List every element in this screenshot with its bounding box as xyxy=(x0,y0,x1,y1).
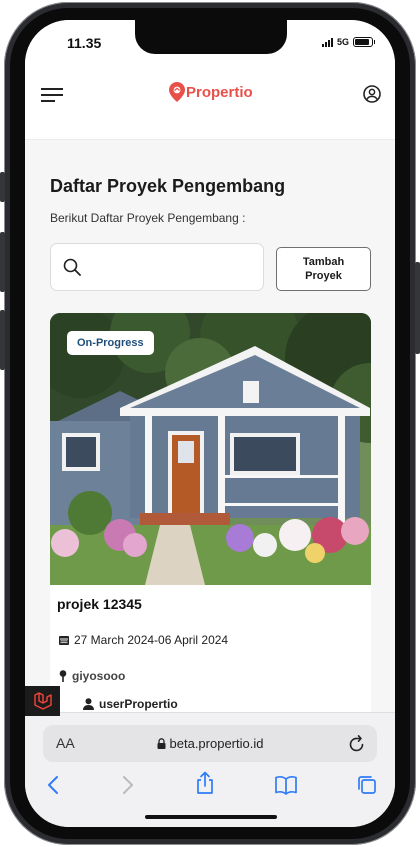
add-project-button[interactable]: Tambah Proyek xyxy=(276,247,371,291)
status-badge: On-Progress xyxy=(67,331,154,355)
phone-screen: 11.35 5G Propertio Daftar Proyek Pengemb… xyxy=(25,20,395,827)
tabs-icon[interactable] xyxy=(357,775,377,795)
side-button-silent xyxy=(0,172,5,202)
url-display[interactable]: beta.propertio.id xyxy=(43,736,377,751)
person-icon xyxy=(83,698,94,710)
project-location-row: giyosooo xyxy=(59,669,125,683)
project-owner: userPropertio xyxy=(99,697,178,711)
status-icons: 5G xyxy=(321,37,375,47)
network-label: 5G xyxy=(336,37,349,47)
status-time: 11.35 xyxy=(67,35,102,51)
calendar-icon xyxy=(59,636,69,645)
project-location: giyosooo xyxy=(72,669,126,683)
battery-icon xyxy=(353,37,375,47)
side-button-volume-up xyxy=(0,232,5,292)
page-subtitle: Berikut Daftar Proyek Pengembang : xyxy=(50,211,246,225)
project-date-row: 27 March 2024-06 April 2024 xyxy=(59,633,228,647)
app-header: Propertio xyxy=(25,68,395,140)
chevron-left-icon[interactable] xyxy=(46,775,60,795)
page-title: Daftar Proyek Pengembang xyxy=(50,176,286,196)
laravel-debug-badge[interactable] xyxy=(25,686,60,716)
share-icon[interactable] xyxy=(195,771,215,795)
project-name[interactable]: projek 12345 xyxy=(57,596,142,612)
pin-icon xyxy=(59,670,67,682)
project-date-range: 27 March 2024-06 April 2024 xyxy=(74,633,229,647)
hamburger-icon[interactable] xyxy=(41,88,63,102)
lock-icon xyxy=(157,738,166,749)
user-circle-icon[interactable] xyxy=(363,85,381,103)
propertio-logo[interactable]: Propertio xyxy=(169,82,253,102)
project-card[interactable]: On-Progress projek 12345 27 March 2024-0… xyxy=(50,313,371,733)
search-icon xyxy=(63,258,81,276)
dynamic-notch xyxy=(135,20,287,54)
side-button-volume-down xyxy=(0,310,5,370)
url-text: beta.propertio.id xyxy=(169,736,264,751)
home-indicator xyxy=(145,815,277,819)
browser-toolbar xyxy=(25,771,395,801)
side-button-power xyxy=(415,262,420,354)
status-bar: 11.35 5G xyxy=(25,20,395,68)
battery-level xyxy=(355,39,370,45)
signal-icon xyxy=(321,37,333,47)
chevron-right-icon[interactable] xyxy=(121,775,135,795)
search-box[interactable] xyxy=(50,243,264,291)
logo-text: Propertio xyxy=(186,83,253,101)
book-icon[interactable] xyxy=(274,775,298,795)
logo-pin-icon xyxy=(169,82,185,102)
address-bar[interactable]: AA beta.propertio.id xyxy=(43,725,377,762)
browser-bottom-bar: AA beta.propertio.id xyxy=(25,712,395,827)
reload-icon[interactable] xyxy=(349,734,365,752)
project-owner-row: userPropertio xyxy=(83,697,178,711)
laravel-logo-icon xyxy=(33,692,52,710)
search-input[interactable] xyxy=(91,254,256,282)
